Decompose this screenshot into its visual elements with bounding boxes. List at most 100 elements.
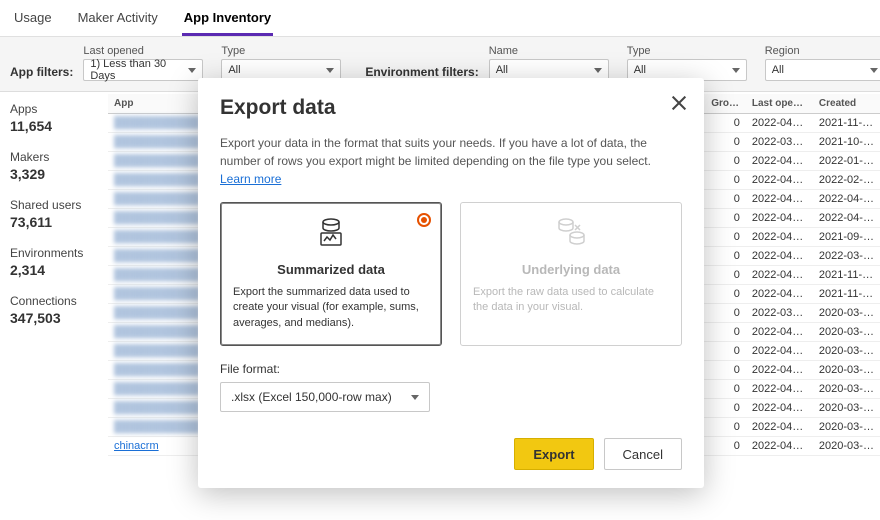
tab-app-inventory[interactable]: App Inventory xyxy=(182,6,273,36)
cell-created: 2021-11-2… xyxy=(813,114,880,133)
cell-last-opened: 2022-04-06 xyxy=(746,323,813,342)
filter-type2-label: Type xyxy=(627,45,747,57)
export-button[interactable]: Export xyxy=(514,438,593,470)
cell-groups: 0 xyxy=(705,418,746,437)
dialog-title: Export data xyxy=(220,96,682,120)
col-created[interactable]: Created xyxy=(813,94,880,114)
chevron-down-icon xyxy=(594,68,602,73)
cell-created: 2022-04-0… xyxy=(813,209,880,228)
cell-last-opened: 2022-04-12 xyxy=(746,228,813,247)
cell-groups: 0 xyxy=(705,209,746,228)
stat-envs-value: 2,314 xyxy=(10,262,98,278)
stat-envs-label: Environments xyxy=(10,246,98,260)
stat-makers-label: Makers xyxy=(10,150,98,164)
cell-last-opened: 2022-04-12 xyxy=(746,361,813,380)
dialog-description: Export your data in the format that suit… xyxy=(220,134,682,188)
cell-created: 2020-03-0… xyxy=(813,418,880,437)
cell-last-opened: 2022-04-13 xyxy=(746,380,813,399)
cell-created: 2020-03-0… xyxy=(813,361,880,380)
stat-shared-label: Shared users xyxy=(10,198,98,212)
cell-created: 2022-01-2… xyxy=(813,152,880,171)
card-underlying-title: Underlying data xyxy=(473,262,669,277)
stat-apps-value: 11,654 xyxy=(10,118,98,134)
chevron-down-icon xyxy=(326,68,334,73)
cell-created: 2020-03-0… xyxy=(813,323,880,342)
col-last-opened[interactable]: Last opened xyxy=(746,94,813,114)
filter-last-opened-label: Last opened xyxy=(83,45,203,57)
filter-name-label: Name xyxy=(489,45,609,57)
nav-tabs: Usage Maker Activity App Inventory xyxy=(0,0,880,37)
cell-groups: 0 xyxy=(705,190,746,209)
cell-created: 2022-02-1… xyxy=(813,171,880,190)
cell-groups: 0 xyxy=(705,285,746,304)
card-summarized-data[interactable]: Summarized data Export the summarized da… xyxy=(220,202,442,346)
cell-last-opened: 2022-04-13 xyxy=(746,114,813,133)
cell-groups: 0 xyxy=(705,133,746,152)
cell-groups: 0 xyxy=(705,380,746,399)
cell-groups: 0 xyxy=(705,228,746,247)
file-format-select[interactable]: .xlsx (Excel 150,000-row max) xyxy=(220,382,430,412)
cell-last-opened: 2022-04-12 xyxy=(746,266,813,285)
cell-groups: 0 xyxy=(705,323,746,342)
card-summarized-desc: Export the summarized data used to creat… xyxy=(233,285,429,331)
cell-groups: 0 xyxy=(705,342,746,361)
stat-apps-label: Apps xyxy=(10,102,98,116)
cell-groups: 0 xyxy=(705,247,746,266)
cell-last-opened: 2022-03-15 xyxy=(746,133,813,152)
cell-created: 2021-11-2… xyxy=(813,285,880,304)
cell-last-opened: 2022-04-13 xyxy=(746,190,813,209)
filter-region-select[interactable]: All xyxy=(765,59,880,81)
cell-last-opened: 2022-04-12 xyxy=(746,171,813,190)
stat-connections-value: 347,503 xyxy=(10,310,98,326)
cell-created: 2021-09-1… xyxy=(813,228,880,247)
stats-sidebar: Apps 11,654 Makers 3,329 Shared users 73,61… xyxy=(0,92,108,520)
chevron-down-icon xyxy=(732,68,740,73)
cell-last-opened: 2022-04-13 xyxy=(746,209,813,228)
cell-created: 2020-03-0… xyxy=(813,304,880,323)
tab-usage[interactable]: Usage xyxy=(12,6,54,36)
cell-last-opened: 2022-04-13 xyxy=(746,418,813,437)
stat-makers-value: 3,329 xyxy=(10,166,98,182)
cell-last-opened: 2022-04-13 xyxy=(746,285,813,304)
stat-connections-label: Connections xyxy=(10,294,98,308)
radio-selected-icon xyxy=(417,213,431,227)
cell-groups: 0 xyxy=(705,399,746,418)
chevron-down-icon xyxy=(870,68,878,73)
card-underlying-desc: Export the raw data used to calculate th… xyxy=(473,285,669,316)
filter-type1-label: Type xyxy=(221,45,341,57)
env-filters-label: Environment filters: xyxy=(365,47,478,79)
filter-region-label: Region xyxy=(765,45,880,57)
cell-last-opened: 2022-04-08 xyxy=(746,342,813,361)
cell-created: 2020-03-0… xyxy=(813,380,880,399)
cell-created: 2020-03-0… xyxy=(813,342,880,361)
cell-last-opened: 2022-03-16 xyxy=(746,304,813,323)
cell-groups: 0 xyxy=(705,361,746,380)
cell-groups: 0 xyxy=(705,304,746,323)
cell-last-opened: 2022-04-13 xyxy=(746,437,813,456)
tab-maker-activity[interactable]: Maker Activity xyxy=(76,6,160,36)
filter-last-opened-select[interactable]: 1) Less than 30 Days xyxy=(83,59,203,81)
cell-last-opened: 2022-04-13 xyxy=(746,399,813,418)
export-data-dialog: Export data Export your data in the form… xyxy=(198,78,704,488)
cell-groups: 0 xyxy=(705,266,746,285)
cell-created: 2020-03-0… xyxy=(813,437,880,456)
card-underlying-data: Underlying data Export the raw data used… xyxy=(460,202,682,346)
file-format-label: File format: xyxy=(220,362,682,376)
cell-groups: 0 xyxy=(705,114,746,133)
cell-groups: 0 xyxy=(705,171,746,190)
database-icon xyxy=(233,217,429,254)
cell-last-opened: 2022-04-01 xyxy=(746,152,813,171)
card-summarized-title: Summarized data xyxy=(233,262,429,277)
cell-created: 2020-03-0… xyxy=(813,399,880,418)
cell-created: 2022-03-3… xyxy=(813,247,880,266)
learn-more-link[interactable]: Learn more xyxy=(220,172,281,186)
cell-last-opened: 2022-04-13 xyxy=(746,247,813,266)
app-filters-label: App filters: xyxy=(10,47,73,79)
cancel-button[interactable]: Cancel xyxy=(604,438,682,470)
close-icon[interactable] xyxy=(670,94,688,112)
chevron-down-icon xyxy=(411,395,419,400)
stat-shared-value: 73,611 xyxy=(10,214,98,230)
cell-created: 2022-04-0… xyxy=(813,190,880,209)
cell-groups: 0 xyxy=(705,152,746,171)
col-groups[interactable]: Groups xyxy=(705,94,746,114)
